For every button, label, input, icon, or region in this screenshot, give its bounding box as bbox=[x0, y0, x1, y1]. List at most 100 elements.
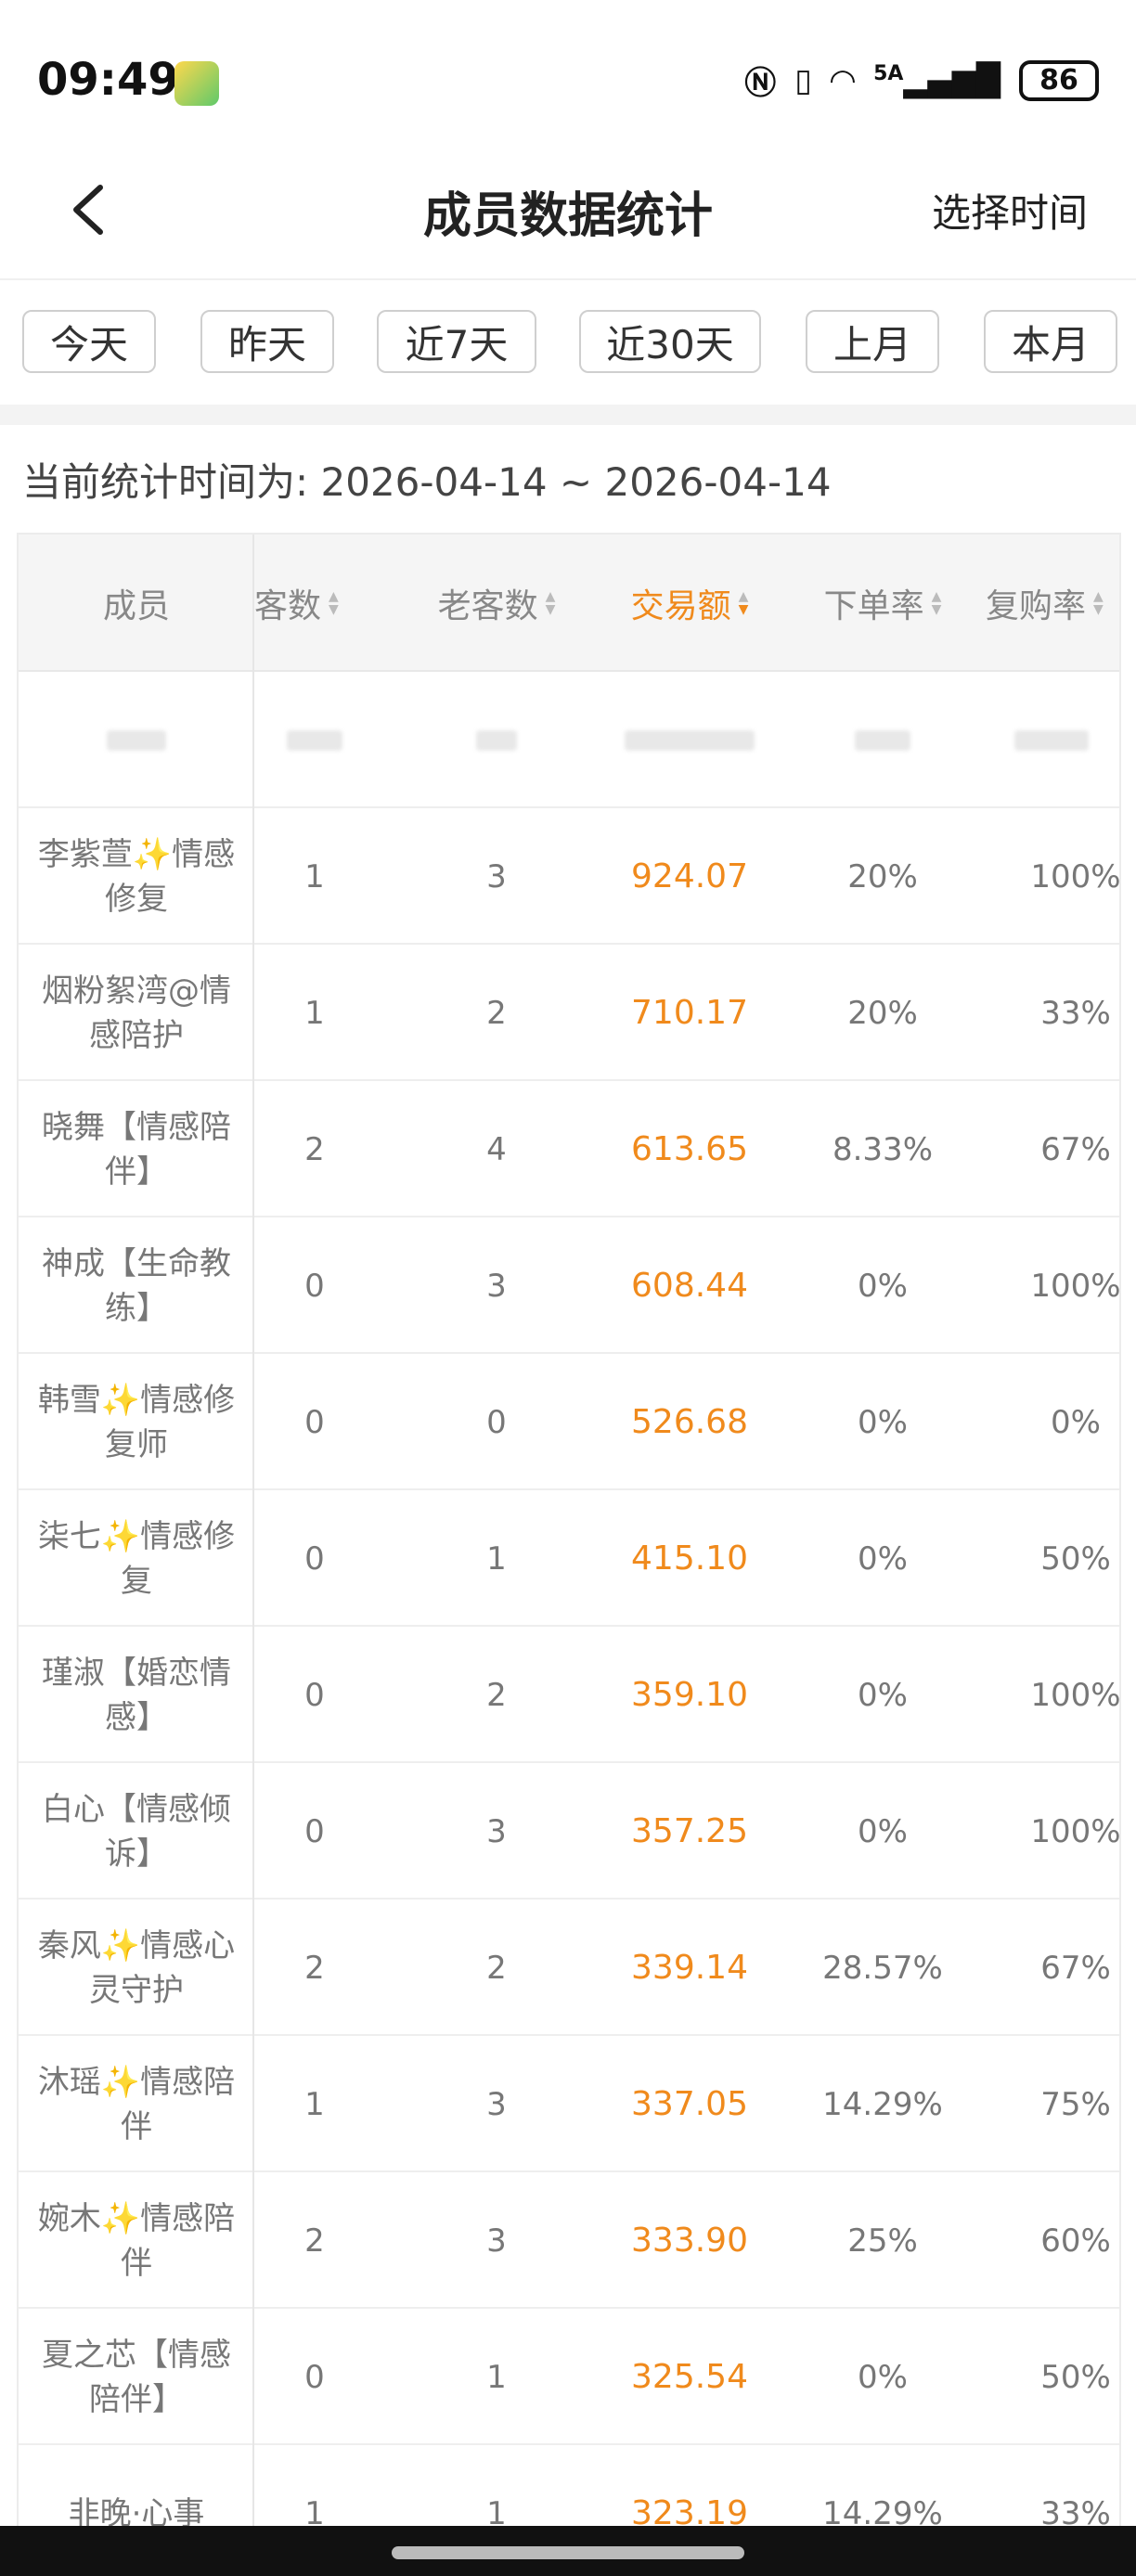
old-customers-value: 1 bbox=[486, 2494, 507, 2528]
repurchase-rate-value: 100% bbox=[1030, 1676, 1121, 1714]
new-customers-value: 1 bbox=[304, 994, 325, 1032]
repurchase-rate-value: 50% bbox=[1040, 2358, 1111, 2396]
amount-value: 333.90 bbox=[631, 2222, 748, 2260]
old-customers-value: 0 bbox=[486, 1403, 507, 1441]
old-customers-value: 2 bbox=[486, 1949, 507, 1987]
order-rate-value: 0% bbox=[858, 1676, 908, 1714]
old-customers-value: 3 bbox=[486, 1267, 507, 1305]
new-customers-value: 0 bbox=[304, 2358, 325, 2396]
new-customers-value: 2 bbox=[304, 1949, 325, 1987]
member-column-divider bbox=[19, 535, 254, 2526]
amount-value: 608.44 bbox=[631, 1267, 748, 1305]
amount-value: 415.10 bbox=[631, 1539, 748, 1578]
blurred-cell bbox=[399, 672, 594, 808]
new-customers-value: 1 bbox=[304, 2494, 325, 2528]
col-amount[interactable]: 交易额 ▲ ▼ bbox=[592, 535, 787, 672]
repurchase-rate-value: 67% bbox=[1040, 1949, 1111, 1987]
col-repurchase-rate[interactable]: 复购率 ▲ ▼ bbox=[980, 535, 1119, 672]
new-customers-value: 0 bbox=[304, 1676, 325, 1714]
col-old-customers[interactable]: 老客数 ▲ ▼ bbox=[399, 535, 594, 672]
repurchase-rate-value: 50% bbox=[1040, 1539, 1111, 1578]
amount-value: 325.54 bbox=[631, 2358, 748, 2396]
sort-icon: ▲ ▼ bbox=[329, 589, 339, 617]
order-rate-value: 14.29% bbox=[822, 2085, 943, 2123]
repurchase-rate-value: 100% bbox=[1030, 1267, 1121, 1305]
amount-value: 613.65 bbox=[631, 1130, 748, 1168]
new-customers-value: 2 bbox=[304, 1130, 325, 1168]
filter-today[interactable]: 今天 bbox=[22, 310, 156, 373]
sort-icon: ▲ ▼ bbox=[931, 589, 942, 617]
amount-value: 323.19 bbox=[631, 2494, 748, 2528]
order-rate-value: 25% bbox=[847, 2222, 918, 2260]
new-customers-value: 0 bbox=[304, 1539, 325, 1578]
order-rate-value: 0% bbox=[858, 2358, 908, 2396]
blurred-cell bbox=[592, 672, 787, 808]
filter-this-month[interactable]: 本月 bbox=[984, 310, 1117, 373]
repurchase-rate-value: 100% bbox=[1030, 857, 1121, 895]
old-customers-value: 1 bbox=[486, 2358, 507, 2396]
battery-icon: 86 bbox=[1019, 59, 1099, 101]
old-customers-value: 3 bbox=[486, 857, 507, 895]
repurchase-rate-value: 100% bbox=[1030, 1812, 1121, 1850]
order-rate-value: 0% bbox=[858, 1812, 908, 1850]
repurchase-rate-value: 67% bbox=[1040, 1130, 1111, 1168]
col-new-customers[interactable]: 新客数▲▼ bbox=[254, 535, 375, 672]
old-customers-value: 3 bbox=[486, 1812, 507, 1850]
old-customers-value: 1 bbox=[486, 1539, 507, 1578]
new-customers-value: 1 bbox=[304, 857, 325, 895]
order-rate-value: 20% bbox=[847, 857, 918, 895]
filter-yesterday[interactable]: 昨天 bbox=[200, 310, 334, 373]
repurchase-rate-value: 33% bbox=[1040, 2494, 1111, 2528]
order-rate-value: 0% bbox=[858, 1403, 908, 1441]
sort-icon: ▲ ▼ bbox=[545, 589, 556, 617]
nfc-icon: Ⓝ bbox=[744, 65, 777, 102]
old-customers-value: 2 bbox=[486, 994, 507, 1032]
select-time-button[interactable]: 选择时间 bbox=[932, 182, 1088, 238]
filter-last-month[interactable]: 上月 bbox=[806, 310, 939, 373]
col-order-rate[interactable]: 下单率 ▲ ▼ bbox=[785, 535, 980, 672]
new-customers-value: 0 bbox=[304, 1403, 325, 1441]
range-text: 当前统计时间为: 2026-04-14 ~ 2026-04-14 bbox=[22, 459, 832, 505]
order-rate-value: 14.29% bbox=[822, 2494, 943, 2528]
order-rate-value: 28.57% bbox=[822, 1949, 943, 1987]
repurchase-rate-value: 75% bbox=[1040, 2085, 1111, 2123]
new-customers-value: 0 bbox=[304, 1267, 325, 1305]
order-rate-value: 8.33% bbox=[832, 1130, 933, 1168]
new-customers-value: 0 bbox=[304, 1812, 325, 1850]
divider bbox=[0, 405, 1136, 425]
app-notification-icon bbox=[174, 61, 219, 106]
blurred-cell bbox=[980, 672, 1119, 808]
blurred-cell bbox=[785, 672, 980, 808]
clock: 09:49 bbox=[37, 54, 179, 106]
new-customers-value: 2 bbox=[304, 2222, 325, 2260]
gesture-bar bbox=[0, 2526, 1136, 2576]
member-stats-table: 成员 新客数▲▼ 老客数▲▼ 交易额▲▼ 下单率▲▼ 复购率▲▼ 李紫萱✨情感修… bbox=[17, 533, 1121, 2528]
amount-value: 339.14 bbox=[631, 1949, 748, 1987]
status-icons: Ⓝ ▯ ◠ 5A▂▄▆█ 86 bbox=[744, 58, 1099, 103]
amount-value: 357.25 bbox=[631, 1812, 748, 1850]
signal-icon: 5A▂▄▆█ bbox=[873, 61, 1000, 99]
date-filter-bar: 今天 昨天 近7天 近30天 上月 本月 bbox=[0, 278, 1136, 405]
amount-value: 359.10 bbox=[631, 1676, 748, 1714]
amount-value: 710.17 bbox=[631, 994, 748, 1032]
amount-value: 337.05 bbox=[631, 2085, 748, 2123]
sort-icon: ▲ ▼ bbox=[1093, 589, 1104, 617]
sort-icon: ▲ ▼ bbox=[738, 589, 749, 617]
wifi-icon: ◠ bbox=[830, 61, 856, 99]
old-customers-value: 2 bbox=[486, 1676, 507, 1714]
order-rate-value: 20% bbox=[847, 994, 918, 1032]
repurchase-rate-value: 33% bbox=[1040, 994, 1111, 1032]
repurchase-rate-value: 60% bbox=[1040, 2222, 1111, 2260]
status-bar: 09:49 Ⓝ ▯ ◠ 5A▂▄▆█ 86 bbox=[0, 0, 1136, 139]
blurred-cell bbox=[254, 672, 375, 808]
vibrate-icon: ▯ bbox=[794, 61, 812, 99]
old-customers-value: 3 bbox=[486, 2222, 507, 2260]
home-indicator[interactable] bbox=[392, 2546, 744, 2559]
nav-header: 成员数据统计 选择时间 bbox=[0, 139, 1136, 278]
new-customers-value: 1 bbox=[304, 2085, 325, 2123]
old-customers-value: 4 bbox=[486, 1130, 507, 1168]
repurchase-rate-value: 0% bbox=[1051, 1403, 1101, 1441]
filter-7days[interactable]: 近7天 bbox=[377, 310, 536, 373]
filter-30days[interactable]: 近30天 bbox=[579, 310, 761, 373]
order-rate-value: 0% bbox=[858, 1267, 908, 1305]
